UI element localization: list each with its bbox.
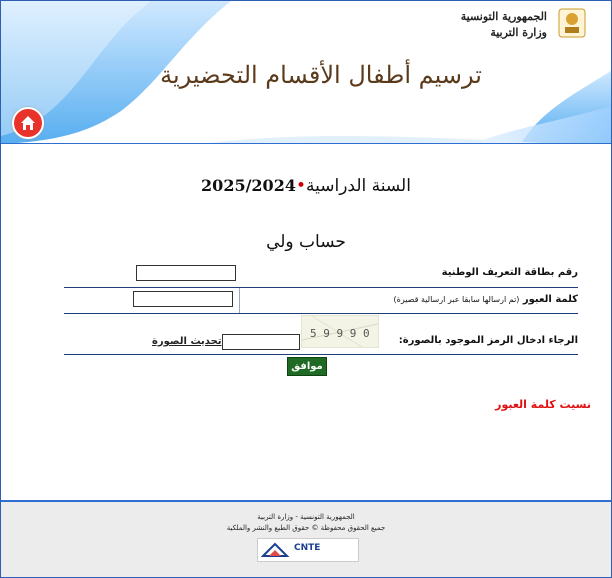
captcha-noise-decoration: 5 9 9 9 0 [301, 315, 379, 348]
captcha-image: 5 9 9 9 0 [301, 315, 379, 348]
password-label-row: كلمة العبور (تم ارسالها سابقا عبر ارسالي… [394, 294, 578, 305]
page-footer: الجمهورية التونسية - وزارة التربية جميع … [1, 502, 611, 577]
school-year-dot: • [295, 176, 306, 196]
home-button[interactable] [12, 107, 44, 139]
captcha-input[interactable] [222, 334, 300, 350]
cnte-logo-icon [261, 542, 290, 557]
school-year: السنة الدراسية•2025/2024 [0, 176, 612, 196]
page-header: الجمهورية التونسية وزارة التربية ترسيم أ… [1, 1, 611, 144]
school-year-value: 2025/2024 [201, 176, 296, 195]
password-label: كلمة العبور [522, 294, 578, 305]
account-title: حساب ولي [266, 232, 346, 252]
password-note: (تم ارسالها سابقا عبر ارسالية قصيرة) [393, 295, 520, 304]
ministry-name: الجمهورية التونسية وزارة التربية [461, 9, 547, 41]
captcha-label: الرجاء ادخال الرمز الموجود بالصورة: [398, 335, 578, 346]
forgot-password-link[interactable]: نسيت كلمة العبور [495, 398, 591, 411]
row-divider [64, 287, 578, 288]
captcha-code: 5 9 9 9 0 [310, 327, 370, 340]
ministry-line-1: الجمهورية التونسية [460, 10, 547, 23]
header-divider [1, 143, 611, 144]
cnte-logo-text: CNTE [294, 543, 321, 553]
school-year-label: السنة الدراسية [305, 176, 411, 196]
home-icon [21, 116, 35, 130]
cnte-logo: CNTE [257, 538, 359, 562]
refresh-captcha-link[interactable]: تحديث الصورة [152, 336, 222, 347]
footer-line-2: جميع الحقوق محفوظة © حقوق الطبع والنشر و… [226, 524, 386, 532]
column-divider [239, 288, 240, 313]
page-title: ترسيم أطفال الأقسام التحضيرية [160, 61, 482, 89]
ministry-emblem-icon [558, 8, 586, 38]
national-id-input[interactable] [136, 265, 236, 281]
ministry-line-2: وزارة التربية [490, 26, 547, 39]
row-divider [64, 354, 578, 355]
national-id-label: رقم بطاقة التعريف الوطنية [441, 267, 578, 278]
submit-button[interactable]: موافق [287, 357, 327, 376]
password-input[interactable] [133, 291, 233, 307]
footer-line-1: الجمهورية التونسية - وزارة التربية [257, 513, 355, 521]
row-divider [64, 313, 578, 314]
